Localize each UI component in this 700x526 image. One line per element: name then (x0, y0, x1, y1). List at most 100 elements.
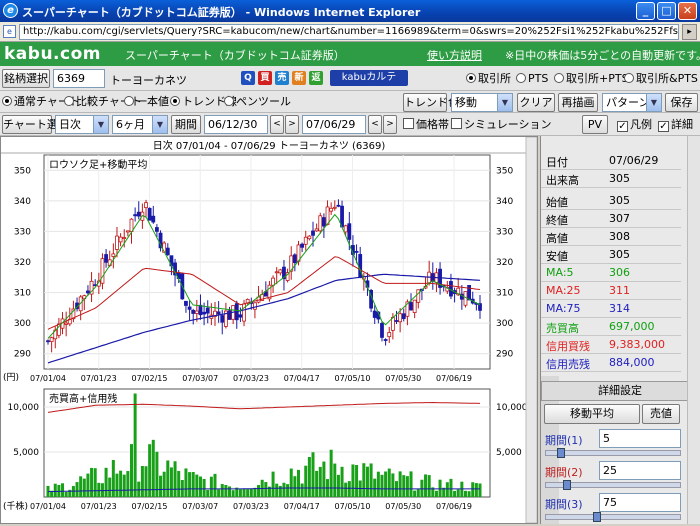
maximize-button[interactable]: □ (657, 2, 676, 20)
buy-icon[interactable]: 買 (258, 71, 272, 85)
candle-body (205, 307, 210, 314)
kabu-karte-button[interactable]: kabuカルテ (330, 70, 408, 86)
volume-bar (64, 492, 68, 497)
window-title-bar[interactable]: e スーパーチャート（カブドットコム証券版） - Windows Interne… (0, 0, 700, 22)
volume-bar (311, 452, 315, 497)
info-row-date: 日付 07/06/29 (541, 152, 681, 170)
period2-input[interactable]: 25 (599, 461, 681, 480)
volume-bar (169, 467, 173, 497)
candle-body (394, 320, 399, 322)
period3-input[interactable]: 75 (599, 493, 681, 512)
candle-body (227, 310, 232, 320)
volume-bar (242, 488, 246, 497)
price-tick-label-right: 300 (496, 319, 513, 329)
volume-bar (380, 474, 384, 497)
info-row-open: 始値 305 (541, 192, 681, 210)
period1-input[interactable]: 5 (599, 429, 681, 448)
detail-settings-header[interactable]: 詳細設定 (541, 381, 699, 401)
period2-slider-handle[interactable] (563, 480, 571, 490)
volume-bar (122, 474, 126, 497)
legend-checkbox[interactable]: ✓ 凡例 (617, 118, 652, 132)
tab-moving-average[interactable]: 移動平均 (544, 404, 640, 424)
period3-slider[interactable] (545, 514, 681, 520)
volume-bar (420, 479, 424, 497)
volume-bar (180, 479, 184, 497)
url-field[interactable]: http://kabu.com/cgi/servlets/Query?SRC=k… (19, 24, 679, 40)
save-button[interactable]: 保存 (665, 93, 698, 112)
tab-price[interactable]: 売値 (642, 404, 680, 424)
price-band-checkbox[interactable]: 価格帯 (403, 118, 449, 132)
minimize-button[interactable]: _ (636, 2, 655, 20)
volume-bar (220, 484, 224, 497)
period3-slider-handle[interactable] (593, 512, 601, 522)
period-button[interactable]: 期間 (171, 115, 201, 134)
volume-bar (449, 478, 453, 497)
volume-bar (137, 481, 141, 497)
pv-button[interactable]: PV (582, 115, 608, 134)
help-link[interactable]: 使い方説明 (427, 47, 482, 63)
return-icon[interactable]: 返 (309, 71, 323, 85)
clear-button[interactable]: クリア (517, 93, 555, 112)
trend-action-select[interactable]: 移動 ▼ (451, 93, 513, 112)
date-to-next-button[interactable]: > (383, 115, 397, 134)
market-radio-exchange-plus-pts[interactable]: 取引所+PTS (554, 72, 629, 86)
volume-bar (148, 444, 152, 497)
date-from-prev-button[interactable]: < (270, 115, 284, 134)
go-button[interactable]: ▸ (682, 24, 697, 40)
info-panel-scrollbar[interactable] (687, 136, 700, 524)
period1-slider[interactable] (545, 450, 681, 456)
period-type-select[interactable]: 日次 ▼ (55, 115, 109, 134)
volume-bar (453, 490, 457, 497)
chart-scrollbar[interactable] (525, 136, 538, 524)
volume-bar (347, 481, 351, 497)
volume-bar (97, 482, 101, 497)
price-tick-label-right: 290 (496, 350, 513, 360)
redraw-button[interactable]: 再描画 (558, 93, 598, 112)
volume-bar (264, 482, 268, 497)
radio-pen-tool[interactable]: ペンツール (224, 95, 291, 109)
date-tick-label-bottom: 07/06/19 (436, 502, 472, 511)
detail-checkbox[interactable]: ✓ 詳細 (658, 118, 693, 132)
volume-bar (373, 478, 377, 497)
volume-bar (438, 479, 442, 497)
trend-color-button[interactable]: トレンド色 (403, 93, 459, 112)
sell-icon[interactable]: 売 (275, 71, 289, 85)
date-tick-label-bottom: 07/02/15 (132, 502, 168, 511)
radio-single-value[interactable]: 一本値 (124, 95, 169, 109)
chart-header: 日次 07/01/04 - 07/06/29 トーヨーカネツ (6369) (153, 139, 386, 152)
period1-slider-handle[interactable] (557, 448, 565, 458)
simulation-checkbox[interactable]: シミュレーション (451, 118, 552, 132)
stock-select-button[interactable]: 銘柄選択 (2, 69, 50, 88)
date-from-input[interactable]: 06/12/30 (204, 115, 268, 134)
pattern-select[interactable]: パターン1 ▼ (602, 93, 662, 112)
market-radio-exchange[interactable]: 取引所 (466, 72, 511, 86)
period3-label: 期間(3) (545, 498, 583, 511)
date-to-prev-button[interactable]: < (368, 115, 382, 134)
date-to-input[interactable]: 07/06/29 (302, 115, 366, 134)
candle-body (253, 302, 257, 310)
stock-code-input[interactable]: 6369 (53, 69, 105, 88)
chart-select-button[interactable]: チャート選択 (2, 115, 69, 134)
candle-body (383, 339, 388, 341)
volume-bar (445, 482, 449, 497)
info-row-close: 終値 307 (541, 210, 681, 228)
chart-panel[interactable]: 日次 07/01/04 - 07/06/29 トーヨーカネツ (6369) ロウ… (0, 136, 538, 524)
close-button[interactable]: ✕ (678, 2, 697, 20)
price-tick-label: 300 (14, 319, 31, 329)
date-tick-label-bottom: 07/03/07 (182, 502, 218, 511)
price-tick-label-right: 320 (496, 258, 513, 268)
stock-chart[interactable]: 日次 07/01/04 - 07/06/29 トーヨーカネツ (6369) ロウ… (1, 136, 538, 524)
credit-icon[interactable]: 新 (292, 71, 306, 85)
volume-tick-label: 5,000 (13, 448, 39, 458)
candle-body (122, 237, 127, 239)
date-from-next-button[interactable]: > (285, 115, 299, 134)
market-radio-exchange-and-pts[interactable]: 取引所&PTS (624, 72, 698, 86)
update-note: ※日中の株価は5分ごとの自動更新です。 (505, 49, 700, 62)
span-select[interactable]: 6ヶ月 ▼ (112, 115, 168, 134)
volume-bar (93, 468, 97, 497)
price-tick-label-right: 310 (496, 289, 513, 299)
volume-bar (275, 483, 279, 497)
q-icon[interactable]: Q (241, 71, 255, 85)
market-radio-pts[interactable]: PTS (516, 72, 548, 86)
volume-bar (384, 471, 388, 497)
